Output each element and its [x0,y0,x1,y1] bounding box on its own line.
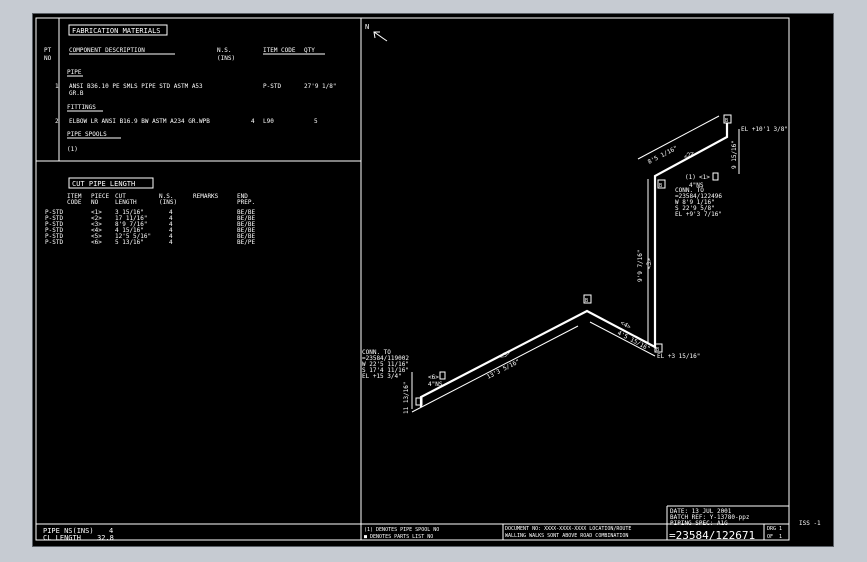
spool-top-piece: <1> [699,174,710,181]
ptno-header-2: NO [44,55,52,62]
fitting-pt: 2 [55,118,59,125]
tb-drg: DRG [767,526,776,532]
ptno-header-1: PT [44,47,52,54]
fitting-ns: 4 [251,118,255,125]
cut-header-5-1: PREP. [237,199,255,206]
fab-title: FABRICATION MATERIALS [72,27,161,35]
section-pipe: PIPE [67,69,82,76]
tb-small-2: WALLING WALKS SONT ABOVE ROAD COMBINATIO… [505,533,628,539]
cut-header-3-1: (INS) [159,199,177,206]
spool-ref: (1) [67,146,78,153]
tb-of: OF [767,534,773,540]
dim-vertical: 9'9 7/16" [637,249,644,282]
qty-header: QTY [304,47,315,54]
el-top: EL +10'1 3/8" [741,126,788,133]
ns-header-2: (INS) [217,55,235,62]
pipe-code: P-STD [263,83,281,90]
tb-iss: ISS -1 [799,520,821,527]
elbow-b-5: B [725,118,728,124]
tb-drg-num: 1 [779,526,782,532]
dim-top-riser: 9 15/16" [731,140,738,169]
spool-left-ns: 4"NS [428,381,443,388]
pipe-desc-2: GR.B [69,90,84,97]
fitting-desc: ELBOW LR ANSI B16.9 BW ASTM A234 GR.WPB [69,118,210,125]
elbow-b-4: B [659,183,662,189]
conn-left-block: CONN. TO=23584/119002W 22'5 11/16"S 17'4… [362,349,409,380]
cl-length-label: CL LENGTH [43,534,81,542]
cut-cell-r5-c5: BE/PE [237,239,255,246]
cut-header-4-0: REMARKS [193,193,219,200]
tb-spec: PIPING SPEC: A1G [670,520,728,527]
item-code-header: ITEM CODE [263,47,296,54]
pipe-qty: 27'9 1/8" [304,83,337,90]
cut-cell-r5-c0: P-STD [45,239,63,246]
sheet-border [35,17,790,541]
cut-cell-r5-c3: 4 [169,239,173,246]
cut-title: CUT PIPE LENGTH [72,180,135,188]
conn-top-line-4: EL +9'3 7/16" [675,211,722,218]
spool-left-piece: <6> [428,374,439,381]
spool-top-box [712,172,719,181]
piece-label-2: <2> [683,149,696,160]
cad-viewport[interactable]: FABRICATION MATERIALS PT NO COMPONENT DE… [32,13,834,547]
dim-left-riser: 11 13/16" [403,381,410,414]
note-line-2: ■ DENOTES PARTS LIST NO [364,534,433,540]
fitting-qty: 5 [314,118,318,125]
spool-left-box [439,371,446,380]
isometric-drawing-sheet: FABRICATION MATERIALS PT NO COMPONENT DE… [35,17,821,542]
cut-header-0-1: CODE [67,199,82,206]
dim-top-run: 8'5 1/16" [647,145,679,166]
conn-top-block: CONN. TO=23584/122496W 8'9 1/16"S 22'9 5… [675,187,722,218]
note-line-1: (1) DENOTES PIPE SPOOL NO [364,527,439,533]
conn-left-line-4: EL +15 3/4" [362,373,402,380]
tb-of-num: 1 [779,534,782,540]
ns-header-1: N.S. [217,47,231,54]
north-label: N [365,23,369,31]
spool-top: (1) [685,174,696,181]
section-fittings: FITTINGS [67,104,96,111]
component-header: COMPONENT DESCRIPTION [69,47,145,54]
cut-cell-r5-c2: 5 13/16" [115,239,144,246]
fitting-code: L90 [263,118,274,125]
pipe-pt: 1 [55,83,59,90]
piece-label-3: <3> [646,258,653,269]
cut-table-headers: ITEMCODEPIECENOCUTLENGTHN.S.(INS)REMARKS… [67,193,255,206]
pipe-desc-1: ANSI B36.10 PE SMLS PIPE STD ASTM A53 [69,83,203,90]
cut-table-rows: P-STD <1> 3 15/16" 4 BE/BEP-STD <2> 17 11/16" 4… [45,209,255,246]
cut-header-2-1: LENGTH [115,199,137,206]
north-arrow-icon [373,31,388,42]
tb-small-1: DOCUMENT NO: XXXX-XXXX-XXXX LOCATION/ROU… [505,526,631,532]
cut-header-1-1: NO [91,199,99,206]
pipe-route [419,122,729,408]
el-bottom: EL +3 15/16" [657,353,700,360]
elbow-b-2: B [585,298,588,304]
cl-length-value: 32.8 [97,534,114,542]
section-spools: PIPE SPOOLS [67,131,107,138]
tb-drawing-number: =23584/122671 [669,529,755,542]
dimension-lines [411,115,740,413]
cut-cell-r5-c1: <6> [91,239,102,246]
